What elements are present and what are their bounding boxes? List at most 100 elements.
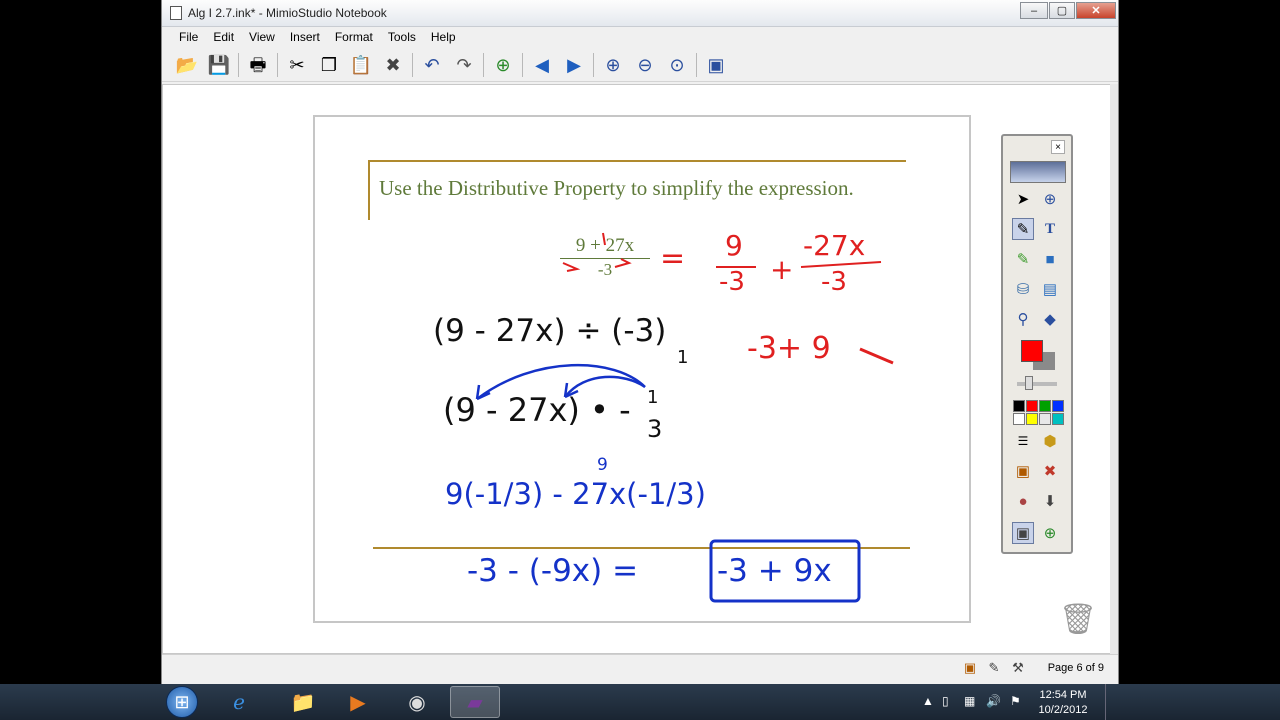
zoom-fit-icon[interactable]: ⊙ — [664, 52, 690, 78]
menu-tools[interactable]: Tools — [381, 28, 424, 48]
file-explorer-icon[interactable]: 📁 — [278, 686, 328, 718]
typed-fraction-numerator: 9 + 27x — [560, 235, 650, 259]
color-swatch[interactable] — [1039, 413, 1051, 425]
black-ink-line2-frac-num: 1 — [647, 387, 659, 408]
select-arrow-icon[interactable]: ➤ — [1012, 188, 1034, 210]
zoom-icon[interactable]: ⊕ — [1039, 188, 1061, 210]
trash-icon[interactable]: 🗑 — [1059, 598, 1097, 640]
attachment-icon[interactable]: ▣ — [1012, 460, 1034, 482]
print-icon[interactable]: 🖶 — [245, 52, 271, 78]
open-icon[interactable]: 📂 — [174, 52, 200, 78]
color-swatch[interactable] — [1026, 400, 1038, 412]
screen-icon[interactable]: ▣ — [703, 52, 729, 78]
toolbar-separator — [277, 53, 278, 77]
app-icon — [170, 6, 182, 20]
toolbar-separator — [412, 53, 413, 77]
close-button[interactable]: ✕ — [1076, 2, 1116, 19]
text-tool-icon[interactable]: T — [1039, 218, 1061, 240]
red-ink-frac2-num: -27x — [803, 229, 866, 262]
notebook-page[interactable]: Use the Distributive Property to simplif… — [313, 115, 971, 623]
black-ink-line1-sub: 1 — [677, 347, 689, 368]
color-swatch[interactable] — [1052, 400, 1064, 412]
forward-icon[interactable]: ▶ — [561, 52, 587, 78]
delete-icon[interactable]: ✖ — [380, 52, 406, 78]
palette-preview — [1010, 161, 1066, 183]
system-clock[interactable]: 12:54 PM 10/2/2012 — [1028, 688, 1098, 718]
cut-icon[interactable]: ✂ — [284, 52, 310, 78]
vertical-scrollbar[interactable] — [1110, 84, 1118, 654]
typed-fraction: 9 + 27x -3 — [560, 235, 650, 280]
fill-icon[interactable]: ◆ — [1039, 308, 1061, 330]
color-swatch[interactable] — [1052, 413, 1064, 425]
screen-mode-icon[interactable]: ▣ — [1012, 522, 1034, 544]
insert-page-icon[interactable]: ⊕ — [1039, 522, 1061, 544]
image-icon[interactable]: ▤ — [1039, 278, 1061, 300]
color-swatch[interactable] — [1026, 413, 1038, 425]
menu-format[interactable]: Format — [328, 28, 381, 48]
zoom-in-icon[interactable]: ⊕ — [600, 52, 626, 78]
internet-explorer-icon[interactable]: ℯ — [214, 686, 264, 718]
tools-icon[interactable]: ⚒ — [1010, 660, 1026, 676]
media-player-icon[interactable]: ▶ — [333, 686, 383, 718]
color-swatch[interactable] — [1013, 413, 1025, 425]
copy-icon[interactable]: ❐ — [316, 52, 342, 78]
zoom-out-icon[interactable]: ⊖ — [632, 52, 658, 78]
gadget-app-icon[interactable]: ◉ — [392, 686, 442, 718]
black-ink-line1: (9 - 27x) ÷ (-3) — [433, 313, 667, 349]
thickness-slider[interactable] — [1017, 382, 1057, 386]
redo-icon[interactable]: ↷ — [451, 52, 477, 78]
line-style-icon[interactable]: ☰ — [1012, 430, 1034, 452]
pen-icon[interactable]: ✎ — [986, 660, 1002, 676]
tools-palette: × ➤ ⊕ ✎ T ✎ ■ ⛁ ▤ ⚲ ◆ ☰ ⬢ ▣ ✖ ● ⬇ ▣ ⊕ — [1001, 134, 1073, 554]
toolbar-separator — [522, 53, 523, 77]
palette-close-button[interactable]: × — [1051, 140, 1065, 154]
save-screen-icon[interactable]: ⬇ — [1039, 490, 1061, 512]
record-icon[interactable]: ● — [1012, 490, 1034, 512]
tools-cross-icon[interactable]: ✖ — [1039, 460, 1061, 482]
undo-icon[interactable]: ↶ — [419, 52, 445, 78]
blue-ink-line3: 9(-1/3) - 27x(-1/3) — [445, 477, 706, 511]
color-swatch[interactable] — [1013, 400, 1025, 412]
mimio-notebook-task-icon[interactable]: ▰ — [450, 686, 500, 718]
menu-view[interactable]: View — [242, 28, 283, 48]
eraser-icon[interactable]: ⛁ — [1012, 278, 1034, 300]
notebook-workspace[interactable]: Use the Distributive Property to simplif… — [162, 84, 1112, 654]
back-icon[interactable]: ◀ — [529, 52, 555, 78]
minimize-button[interactable]: ‒ — [1020, 2, 1048, 19]
highlighter-icon[interactable]: ✎ — [1012, 248, 1034, 270]
menu-insert[interactable]: Insert — [283, 28, 328, 48]
title-bar[interactable]: Alg I 2.7.ink* - MimioStudio Notebook ‒ … — [162, 0, 1118, 27]
gold-rule-top — [368, 160, 906, 162]
thickness-slider-knob[interactable] — [1025, 376, 1033, 390]
page-icon[interactable]: ▣ — [962, 660, 978, 676]
blue-ink-answer: -3 + 9x — [717, 553, 832, 589]
show-desktop-button[interactable] — [1105, 684, 1119, 720]
start-button[interactable]: ⊞ — [166, 686, 198, 718]
active-color-swatch[interactable] — [1021, 340, 1043, 362]
typed-fraction-denominator: -3 — [597, 260, 613, 279]
paste-icon[interactable]: 📋 — [348, 52, 374, 78]
menu-file[interactable]: File — [172, 28, 206, 48]
tray-expand-icon[interactable]: ▲ — [922, 694, 934, 708]
mimiostudio-window: Alg I 2.7.ink* - MimioStudio Notebook ‒ … — [161, 0, 1119, 684]
toolbar: 📂 💾 🖶 ✂ ❐ 📋 ✖ ↶ ↷ ⊕ ◀ ▶ ⊕ ⊖ ⊙ ▣ — [162, 49, 1118, 82]
maximize-button[interactable]: ▢ — [1049, 2, 1075, 19]
save-icon[interactable]: 💾 — [206, 52, 232, 78]
new-page-icon[interactable]: ⊕ — [490, 52, 516, 78]
red-ink-equals: = — [660, 241, 686, 276]
toolbar-separator — [696, 53, 697, 77]
eyedropper-icon[interactable]: ⚲ — [1012, 308, 1034, 330]
color-swatch[interactable] — [1039, 400, 1051, 412]
color-swatches — [1013, 400, 1065, 425]
toolbar-separator — [483, 53, 484, 77]
network-icon[interactable]: ▦ — [964, 694, 975, 708]
volume-icon[interactable]: 🔊 — [986, 694, 1001, 708]
gallery-icon[interactable]: ⬢ — [1039, 430, 1061, 452]
menu-help[interactable]: Help — [424, 28, 464, 48]
menu-edit[interactable]: Edit — [206, 28, 242, 48]
black-ink-line2-frac-den: 3 — [647, 415, 663, 443]
pen-tool-icon[interactable]: ✎ — [1012, 218, 1034, 240]
action-center-icon[interactable]: ⚑ — [1010, 694, 1021, 708]
tray-app-icon[interactable]: ▯ — [942, 694, 949, 708]
shape-icon[interactable]: ■ — [1039, 248, 1061, 270]
